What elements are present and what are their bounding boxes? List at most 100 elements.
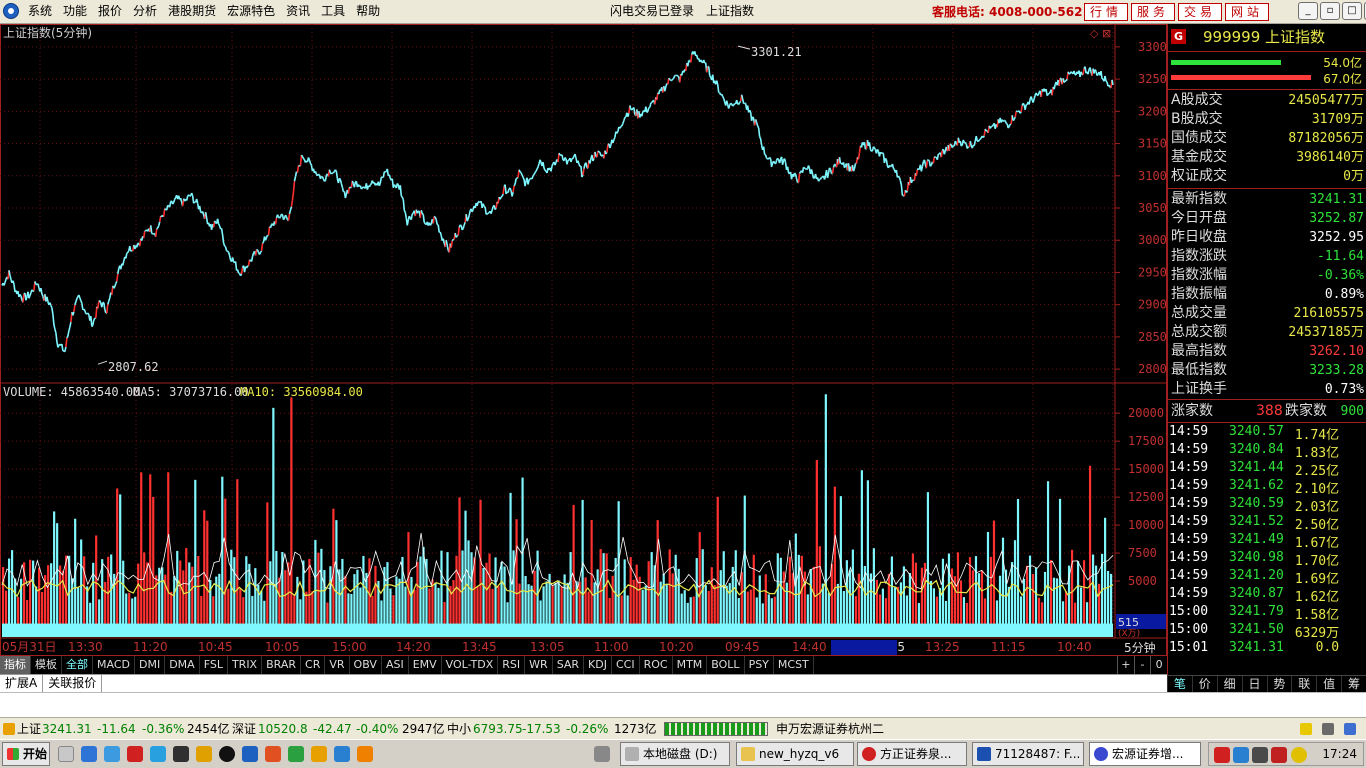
indicator-tab[interactable]: 全部 — [62, 656, 93, 674]
price-segment — [154, 228, 158, 237]
task-chat[interactable]: 71128487: F... — [972, 742, 1084, 766]
related-quotes-tab[interactable]: 关联报价 — [43, 675, 103, 692]
info-tab[interactable]: 笔 — [1167, 676, 1192, 693]
info-tab[interactable]: 价 — [1191, 676, 1217, 693]
indicator-tab[interactable]: EMV — [409, 656, 442, 674]
app-icon-4[interactable] — [196, 746, 212, 762]
price-segment — [300, 154, 304, 158]
start-button[interactable]: 开始 — [2, 742, 50, 766]
app-icon-7[interactable] — [288, 746, 304, 762]
kline-chart-panel[interactable]: 3300 3250 3200 3150 3100 3050 3000 2950 2900 2850… — [0, 24, 1167, 656]
menu-hk-futures[interactable]: 港股期货 — [168, 0, 227, 24]
indicator-tab[interactable]: ROC — [640, 656, 673, 674]
menu-hongyuan[interactable]: 宏源特色 — [227, 0, 286, 24]
keyboard-icon[interactable] — [594, 746, 610, 762]
app-icon-3[interactable] — [173, 746, 189, 762]
app-icon-9[interactable] — [357, 746, 373, 762]
indicator-tab[interactable]: CCI — [612, 656, 640, 674]
price-segment — [433, 215, 436, 218]
index-chart-svg[interactable]: 3300 3250 3200 3150 3100 3050 3000 2950 2900 2850… — [0, 24, 1167, 656]
app-logo-icon[interactable] — [3, 3, 19, 19]
zoom-in-button[interactable]: + — [1117, 656, 1134, 674]
chrome-icon[interactable] — [311, 746, 327, 762]
zoom-reset-button[interactable]: 0 — [1150, 656, 1167, 674]
indicator-tab[interactable]: SAR — [553, 656, 585, 674]
indicator-tab[interactable]: DMA — [165, 656, 200, 674]
menu-system[interactable]: 系统 — [28, 0, 63, 24]
indicator-tab[interactable]: 指标 — [0, 656, 31, 674]
info-tab[interactable]: 日 — [1241, 676, 1267, 693]
app-icon-2[interactable] — [150, 746, 166, 762]
app-icon-1[interactable] — [127, 746, 143, 762]
indicator-tab[interactable]: OBV — [350, 656, 382, 674]
tray-icon-3[interactable] — [1271, 747, 1287, 763]
trade-button[interactable]: 交易 — [1178, 3, 1223, 21]
price-segment — [868, 142, 872, 150]
app-icon-5[interactable] — [242, 746, 258, 762]
tray-volume-icon[interactable] — [1252, 747, 1268, 763]
period-label[interactable]: 5分钟 — [1124, 640, 1156, 655]
website-button[interactable]: 网站 — [1225, 3, 1270, 21]
indicator-tab[interactable]: 模板 — [31, 656, 62, 674]
service-button[interactable]: 服务 — [1131, 3, 1176, 21]
indicator-tab[interactable]: MCST — [774, 656, 814, 674]
info-tab[interactable]: 值 — [1316, 676, 1341, 693]
price-segment — [51, 307, 54, 315]
info-tab[interactable]: 细 — [1216, 676, 1242, 693]
clock[interactable]: 17:24 — [1322, 743, 1357, 765]
extension-a-tab[interactable]: 扩展A — [0, 675, 44, 692]
tray-lock-icon[interactable] — [1300, 723, 1312, 735]
menu-function[interactable]: 功能 — [63, 0, 98, 24]
task-local-disk[interactable]: 本地磁盘 (D:) — [620, 742, 730, 766]
browser-icon[interactable] — [104, 746, 120, 762]
tray-info-icon[interactable] — [1344, 723, 1356, 735]
menu-quote[interactable]: 报价 — [98, 0, 133, 24]
indicator-tab[interactable]: BRAR — [262, 656, 302, 674]
maximize-button[interactable]: □ — [1342, 2, 1362, 20]
app-icon-8[interactable] — [334, 746, 350, 762]
info-tab[interactable]: 联 — [1291, 676, 1316, 693]
info-tab[interactable]: 筹 — [1341, 676, 1366, 693]
indicator-tab[interactable]: KDJ — [584, 656, 612, 674]
indicator-tab[interactable]: ASI — [382, 656, 409, 674]
tray-icon-2[interactable] — [1233, 747, 1249, 763]
menu-tools[interactable]: 工具 — [321, 0, 356, 24]
menu-news[interactable]: 资讯 — [286, 0, 321, 24]
price-segment — [897, 175, 901, 178]
indicator-tab[interactable]: RSI — [498, 656, 526, 674]
indicator-tab[interactable]: MACD — [93, 656, 135, 674]
tick-time: 15:00 — [1169, 622, 1209, 637]
app-icon-6[interactable] — [265, 746, 281, 762]
tray-icon-4[interactable] — [1291, 747, 1307, 763]
indicator-tab[interactable]: CR — [301, 656, 326, 674]
menu-help[interactable]: 帮助 — [356, 0, 391, 24]
indicator-tab[interactable]: FSL — [200, 656, 228, 674]
zoom-out-button[interactable]: - — [1133, 656, 1151, 674]
restore-button[interactable]: ▫ — [1320, 2, 1340, 20]
indicator-tab[interactable]: WR — [525, 656, 553, 674]
tray-icon-1[interactable] — [1214, 747, 1230, 763]
price-axis-tick: 3050 — [1138, 201, 1167, 215]
indicator-tab[interactable]: VR — [325, 656, 350, 674]
price-segment — [597, 150, 600, 153]
task-hongyuan[interactable]: 宏源证券增... — [1089, 742, 1201, 766]
task-fangzheng[interactable]: 方正证券泉... — [857, 742, 967, 766]
qq-icon[interactable] — [219, 746, 235, 762]
volume-axis-tick: 20000 — [1128, 406, 1164, 420]
indicator-tab[interactable]: DMI — [135, 656, 166, 674]
price-axis-tick: 2800 — [1138, 362, 1167, 376]
indicator-tab[interactable]: MTM — [673, 656, 708, 674]
ie-icon[interactable] — [81, 746, 97, 762]
minimize-button[interactable]: _ — [1298, 2, 1318, 20]
indicator-tab[interactable]: VOL-TDX — [442, 656, 499, 674]
chart-corner-icon[interactable]: ◇ ⊠ — [1090, 27, 1111, 40]
show-desktop-icon[interactable] — [58, 746, 74, 762]
info-tab[interactable]: 势 — [1266, 676, 1292, 693]
menu-analysis[interactable]: 分析 — [133, 0, 168, 24]
indicator-tab[interactable]: PSY — [745, 656, 774, 674]
indicator-tab[interactable]: TRIX — [228, 656, 263, 674]
tray-antenna-icon[interactable] — [1322, 723, 1334, 735]
market-button[interactable]: 行情 — [1084, 3, 1129, 21]
task-folder[interactable]: new_hyzq_v6 — [736, 742, 854, 766]
indicator-tab[interactable]: BOLL — [707, 656, 745, 674]
